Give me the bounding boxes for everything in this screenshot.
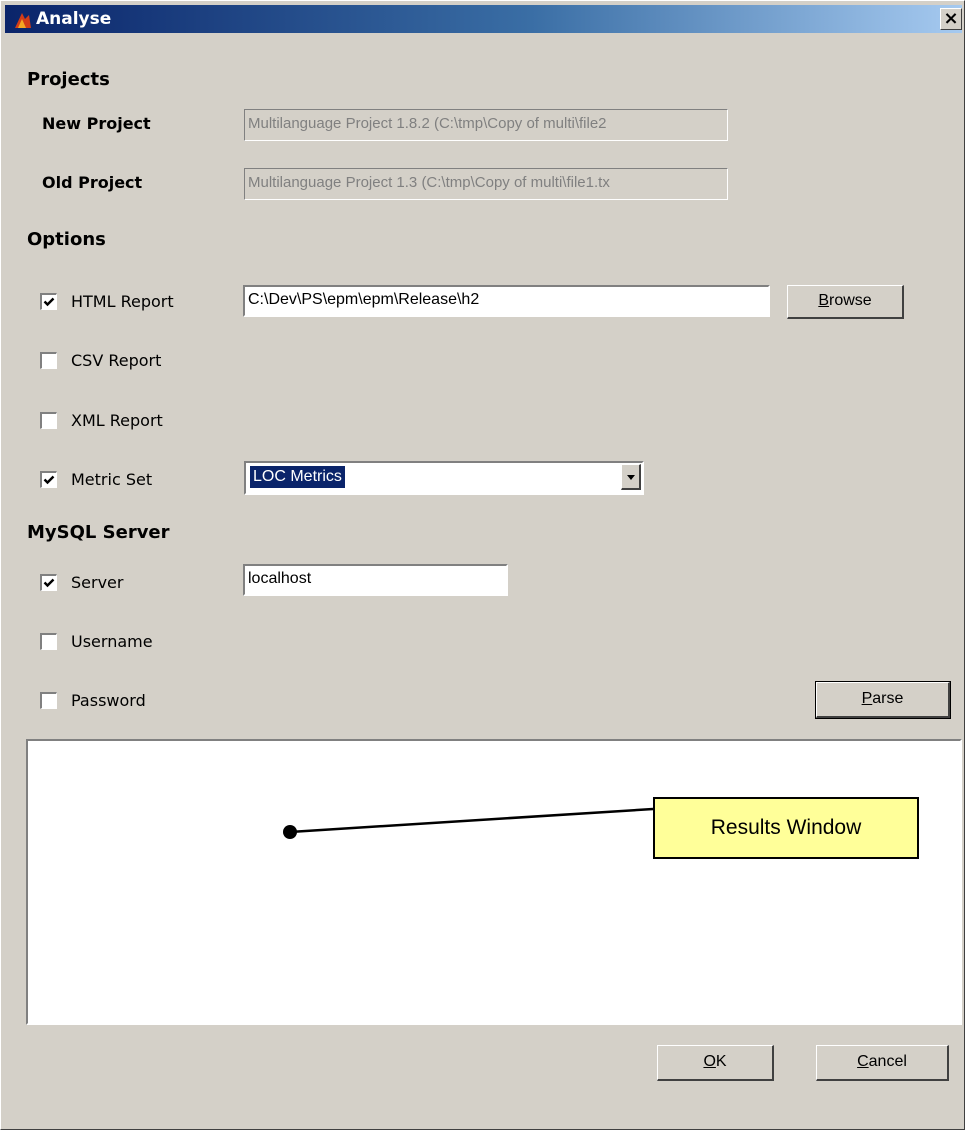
ok-button[interactable]: OK (657, 1045, 774, 1081)
cancel-mnemonic: C (857, 1053, 869, 1070)
ok-label-rest: K (715, 1053, 727, 1070)
ok-mnemonic: O (703, 1053, 716, 1070)
results-window-callout: Results Window (653, 797, 919, 859)
cancel-button[interactable]: Cancel (816, 1045, 949, 1081)
callout-line (289, 807, 654, 834)
analyse-dialog: Analyse × Projects New Project Multilang… (0, 0, 965, 1130)
cancel-label-rest: ancel (868, 1053, 907, 1070)
callout-pointer (283, 807, 654, 839)
